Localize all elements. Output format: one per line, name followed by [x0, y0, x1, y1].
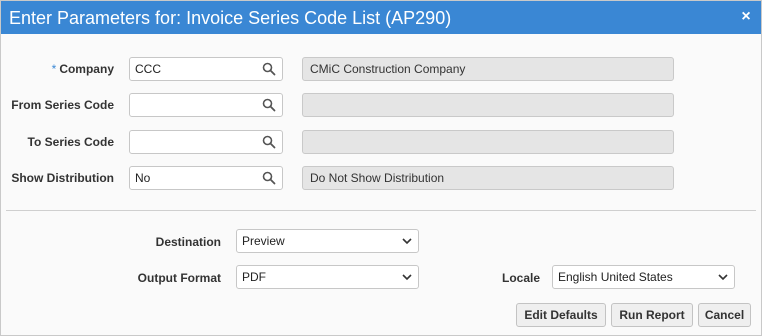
dialog-title: Enter Parameters for: Invoice Series Cod…: [9, 8, 452, 28]
company-field[interactable]: [129, 57, 283, 81]
show-distribution-input[interactable]: [130, 167, 256, 189]
output-format-value: PDF: [242, 270, 266, 284]
from-series-code-input[interactable]: [130, 94, 256, 116]
destination-value: Preview: [242, 234, 285, 248]
cancel-button[interactable]: Cancel: [698, 303, 751, 327]
company-description: CMiC Construction Company: [302, 57, 674, 81]
dialog-title-bar: Enter Parameters for: Invoice Series Cod…: [1, 1, 761, 34]
required-marker: *: [51, 62, 57, 76]
locale-label: Locale: [501, 271, 540, 285]
locale-select[interactable]: English United States: [552, 265, 735, 289]
show-distribution-description: Do Not Show Distribution: [302, 166, 674, 190]
chevron-down-icon: [402, 238, 412, 245]
to-series-code-input[interactable]: [130, 131, 256, 153]
to-series-code-description: [302, 130, 674, 154]
destination-label: Destination: [155, 235, 221, 249]
show-distribution-label: Show Distribution: [11, 171, 114, 185]
to-series-code-field[interactable]: [129, 130, 283, 154]
search-icon[interactable]: [262, 171, 276, 185]
run-report-button[interactable]: Run Report: [611, 303, 693, 327]
company-input[interactable]: [130, 58, 256, 80]
chevron-down-icon: [402, 274, 412, 281]
chevron-down-icon: [718, 274, 728, 281]
from-series-code-field[interactable]: [129, 93, 283, 117]
parameters-dialog: Enter Parameters for: Invoice Series Cod…: [0, 0, 762, 336]
search-icon[interactable]: [262, 98, 276, 112]
from-series-code-description: [302, 93, 674, 117]
output-format-select[interactable]: PDF: [236, 265, 419, 289]
close-icon[interactable]: ×: [738, 9, 754, 25]
from-series-code-label: From Series Code: [11, 98, 114, 112]
destination-select[interactable]: Preview: [236, 229, 419, 253]
show-distribution-field[interactable]: [129, 166, 283, 190]
output-format-label: Output Format: [137, 271, 221, 285]
edit-defaults-button[interactable]: Edit Defaults: [516, 303, 606, 327]
search-icon[interactable]: [262, 62, 276, 76]
section-divider: [6, 210, 756, 211]
locale-value: English United States: [558, 270, 673, 284]
to-series-code-label: To Series Code: [27, 135, 114, 149]
search-icon[interactable]: [262, 135, 276, 149]
company-label: * Company: [51, 62, 114, 76]
